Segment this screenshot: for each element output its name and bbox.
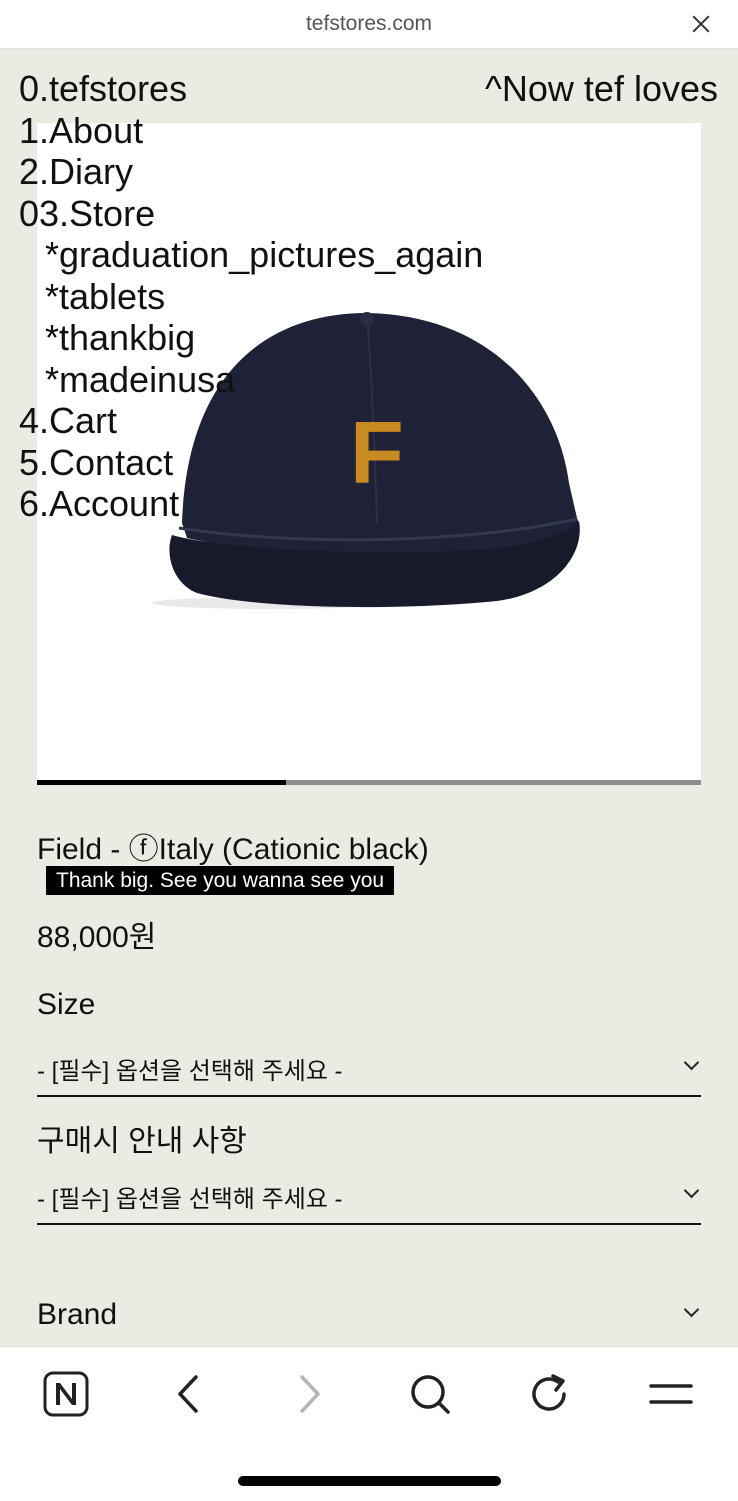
menu-item-about[interactable]: 1.About (19, 110, 483, 152)
forward-icon[interactable] (280, 1369, 340, 1419)
submenu-item-tablets[interactable]: *tablets (19, 276, 483, 318)
naver-home-icon[interactable] (36, 1369, 96, 1419)
size-label: Size (37, 988, 96, 1021)
menu-item-cart[interactable]: 4.Cart (19, 400, 483, 442)
submenu-item-madeinusa[interactable]: *madeinusa (19, 359, 483, 401)
menu-item-store[interactable]: 03.Store (19, 193, 483, 235)
browser-bottom-bar (0, 1346, 738, 1501)
menu-item-contact[interactable]: 5.Contact (19, 442, 483, 484)
chevron-down-icon (683, 1054, 700, 1071)
chevron-down-icon (683, 1301, 700, 1318)
close-icon[interactable] (692, 15, 710, 33)
menu-item-tefstores[interactable]: 0.tefstores (19, 68, 483, 110)
menu-icon[interactable] (641, 1369, 701, 1419)
submenu-item-graduation[interactable]: *graduation_pictures_again (19, 234, 483, 276)
purchase-notice-select-value: - [필수] 옵션을 선택해 주세요 - (37, 1186, 343, 1213)
back-icon[interactable] (158, 1369, 218, 1419)
product-price: 88,000원 (37, 921, 157, 954)
size-select[interactable]: - [필수] 옵션을 선택해 주세요 - (37, 1043, 701, 1097)
chevron-down-icon (683, 1182, 700, 1199)
purchase-notice-select[interactable]: - [필수] 옵션을 선택해 주세요 - (37, 1171, 701, 1225)
gallery-progress-fill (37, 780, 286, 785)
search-icon[interactable] (400, 1369, 460, 1419)
size-select-value: - [필수] 옵션을 선택해 주세요 - (37, 1058, 343, 1085)
url-label[interactable]: tefstores.com (0, 12, 738, 36)
site-menu: 0.tefstores 1.About 2.Diary 03.Store *gr… (19, 68, 483, 525)
home-indicator (238, 1476, 501, 1486)
refresh-icon[interactable] (520, 1369, 580, 1419)
menu-item-diary[interactable]: 2.Diary (19, 151, 483, 193)
product-caption: Thank big. See you wanna see you (46, 866, 395, 895)
brand-label: Brand (37, 1298, 118, 1331)
product-title: Field - ⓕItaly (Cationic black) (37, 833, 429, 866)
purchase-notice-label: 구매시 안내 사항 (37, 1125, 247, 1158)
browser-top-bar: tefstores.com (0, 0, 738, 49)
menu-item-account[interactable]: 6.Account (19, 483, 483, 525)
submenu-item-thankbig[interactable]: *thankbig (19, 317, 483, 359)
gallery-progress-bar (37, 780, 701, 785)
now-tef-loves-link[interactable]: ^Now tef loves (485, 68, 718, 110)
brand-accordion[interactable]: Brand (37, 1298, 701, 1342)
